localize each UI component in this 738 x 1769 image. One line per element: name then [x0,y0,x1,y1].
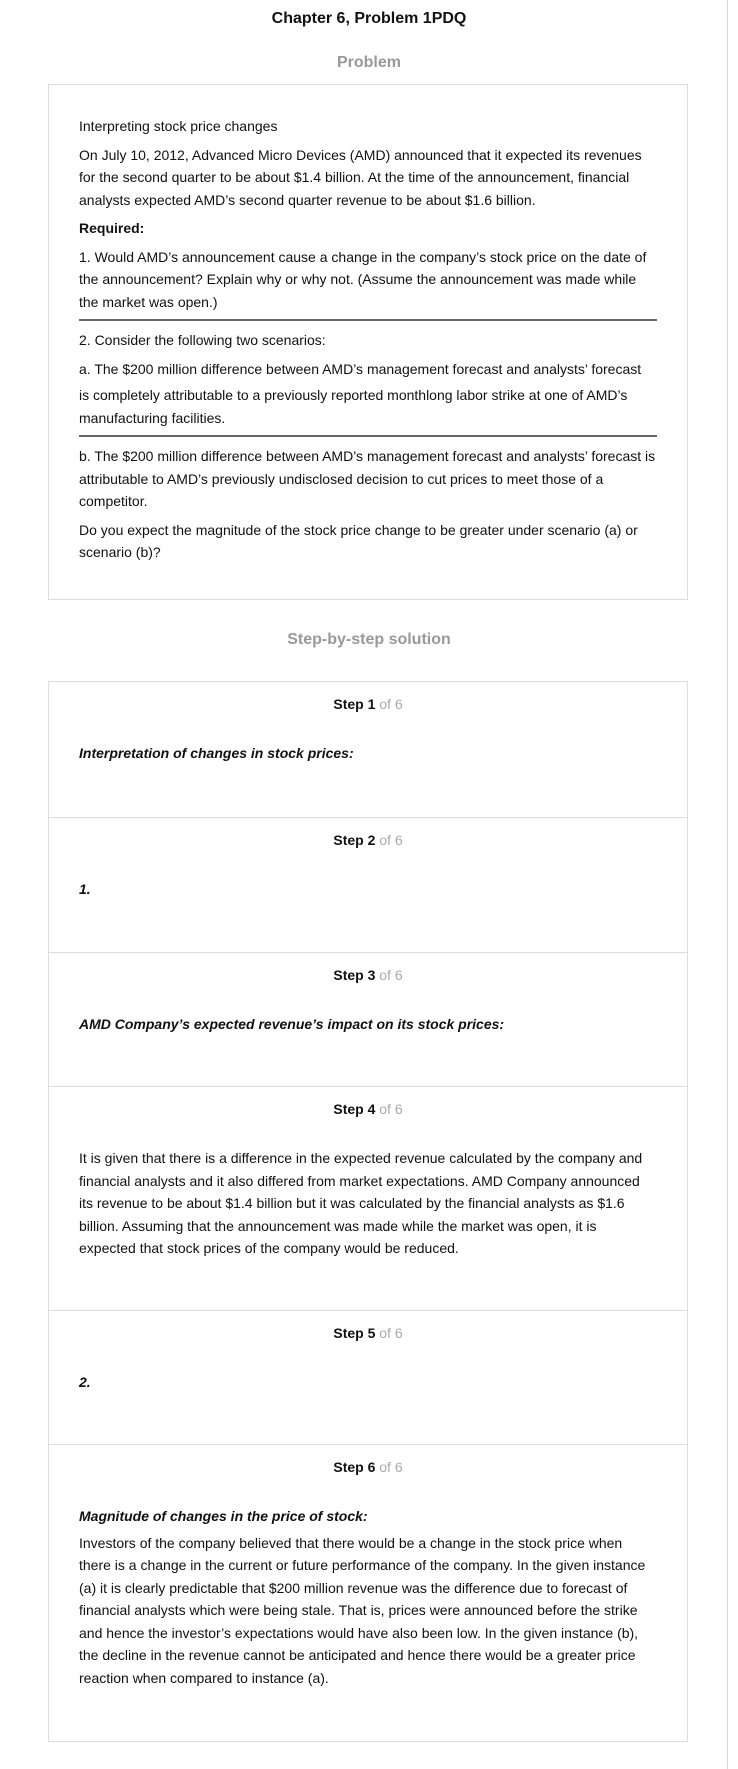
step-label: Step 6 [333,1459,376,1475]
step-3: Step 3 of 6 AMD Company’s expected reven… [49,952,687,1086]
problem-topic: Interpreting stock price changes [79,118,278,134]
required-label: Required: [79,220,145,236]
step-2: Step 2 of 6 1. [49,817,687,952]
step-heading: Magnitude of changes in the price of sto… [79,1508,368,1524]
step-1: Step 1 of 6 Interpretation of changes in… [49,682,687,817]
step-5: Step 5 of 6 2. [49,1310,687,1444]
step-label: Step 5 [333,1325,376,1341]
step-text: Investors of the company believed that t… [79,1534,646,1686]
problem-heading: Problem [336,54,401,71]
step-heading: 1. [79,881,91,897]
step-text: It is given that there is a difference i… [79,1150,643,1256]
scenario-b: b. The $200 million difference between A… [79,448,656,509]
step-label: Step 2 [333,832,376,848]
step-count: of 6 [379,832,403,848]
step-label: Step 1 [333,696,376,712]
question-1: 1. Would AMD’s announcement cause a chan… [79,248,647,310]
step-count: of 6 [379,1459,403,1475]
problem-box: Interpreting stock price changes On July… [48,84,688,600]
divider [79,435,657,437]
step-count: of 6 [379,967,403,983]
step-label: Step 4 [333,1101,376,1117]
step-count: of 6 [379,696,403,712]
solution-heading: Step-by-step solution [287,631,451,648]
page-title: Chapter 6, Problem 1PDQ [271,10,467,27]
step-count: of 6 [379,1325,403,1341]
solution-steps: Step 1 of 6 Interpretation of changes in… [48,681,688,1742]
step-4: Step 4 of 6 It is given that there is a … [49,1086,687,1310]
step-heading: 2. [79,1374,91,1390]
step-heading: AMD Company’s expected revenue’s impact … [79,1016,505,1032]
scenario-a-line1: a. The $200 million difference between A… [79,360,642,377]
step-6: Step 6 of 6 Magnitude of changes in the … [49,1444,687,1741]
question-2: 2. Consider the following two scenarios: [79,332,326,348]
question-2-final: Do you expect the magnitude of the stock… [79,521,638,561]
step-count: of 6 [379,1101,403,1117]
step-label: Step 3 [333,967,376,983]
divider [79,319,657,321]
scenario-a-line2: is completely attributable to a previous… [79,387,628,426]
page-edge-divider [727,0,728,1769]
problem-intro: On July 10, 2012, Advanced Micro Devices… [79,146,642,208]
step-heading: Interpretation of changes in stock price… [79,745,354,761]
